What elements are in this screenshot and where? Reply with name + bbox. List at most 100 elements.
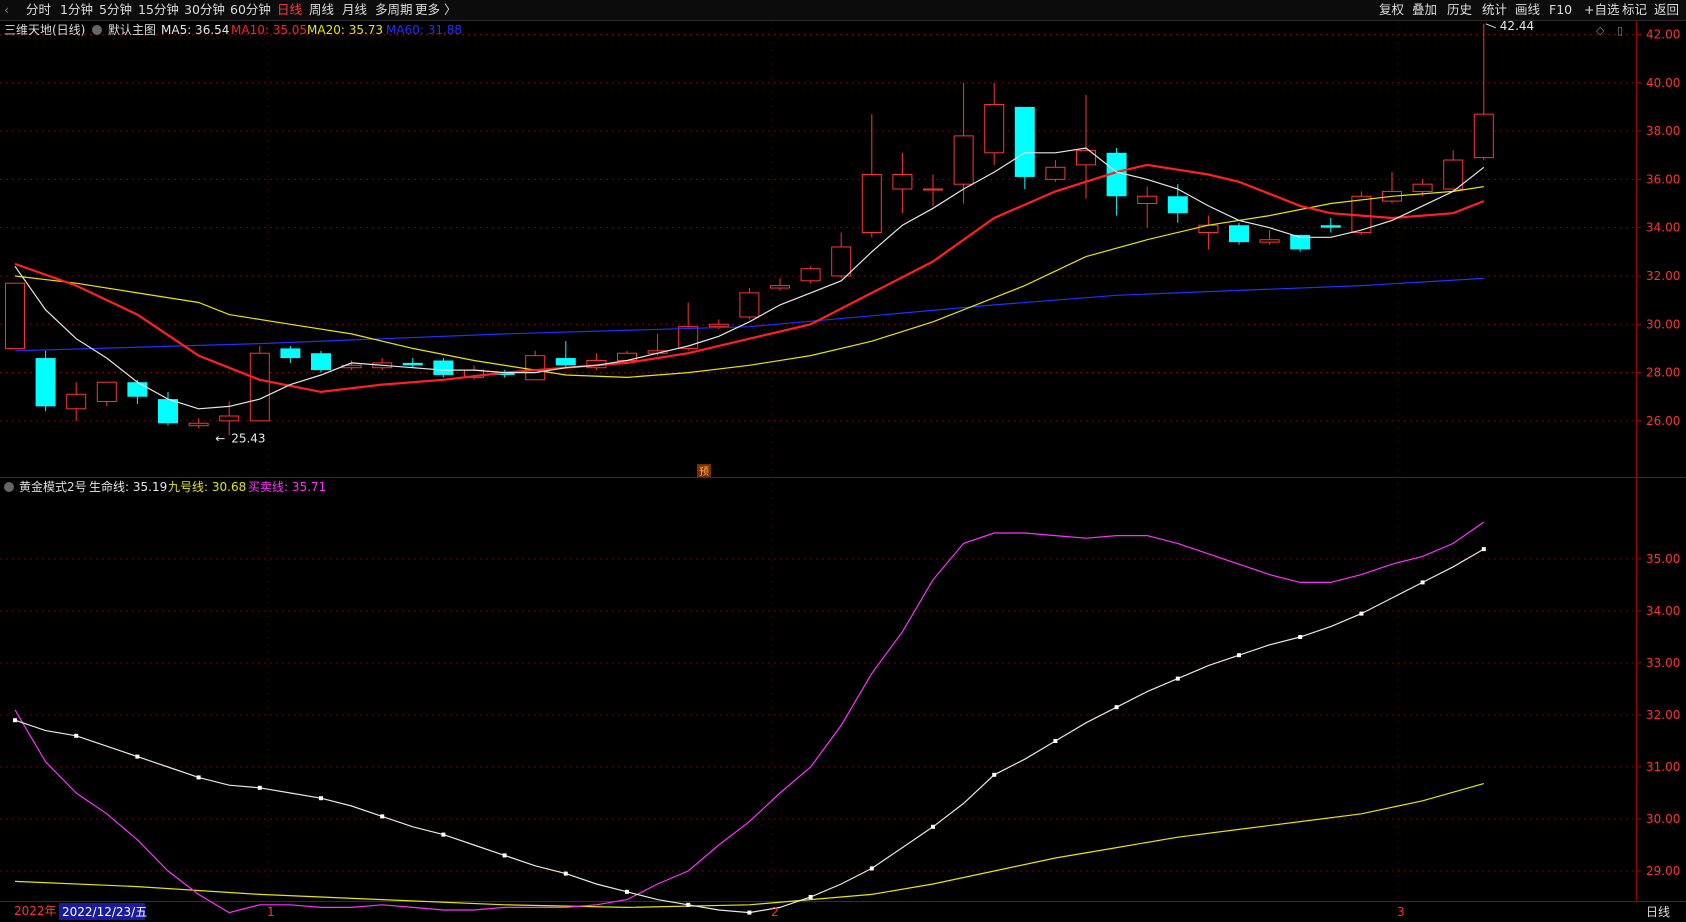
life-line-marker — [563, 871, 568, 876]
life-line-marker — [441, 832, 446, 837]
candle-body — [1167, 196, 1188, 214]
diamond-icon: ◇ — [1596, 24, 1605, 37]
stock-chart[interactable]: 42.00 40.00 38.00 36.00 34.00 32.00 30.00 28.00… — [0, 21, 1686, 922]
tool-button-3[interactable]: 统计 — [1482, 0, 1507, 20]
life-line-marker — [196, 775, 201, 780]
period-tab-0[interactable]: 分时 — [26, 0, 51, 20]
indicator-name: 黄金模式2号 — [19, 479, 87, 494]
candle-body — [525, 355, 546, 381]
candle-body — [861, 174, 882, 233]
candle-body — [831, 246, 852, 277]
period-tab-10[interactable]: 更多 〉 — [415, 0, 456, 20]
period-tab-3[interactable]: 15分钟 — [138, 0, 179, 20]
tool-button-2[interactable]: 历史 — [1447, 0, 1472, 20]
life-line-marker — [135, 754, 140, 759]
cursor-date: 2022/12/23/五 — [62, 905, 147, 919]
candle-body — [708, 323, 729, 328]
candle-body — [188, 422, 209, 427]
tool-button-4[interactable]: 画线 — [1515, 0, 1540, 20]
year-label: 2022年 — [14, 904, 57, 918]
candle-body — [1259, 239, 1280, 243]
life-line-marker — [1298, 635, 1303, 639]
life-line-marker — [74, 733, 79, 738]
sub-y-tick: 32.00 — [1646, 708, 1680, 722]
back-icon[interactable]: ‹ — [4, 0, 9, 20]
candle-0 — [5, 282, 25, 349]
main-y-tick: 28.00 — [1646, 366, 1680, 380]
candle-40 — [1229, 222, 1249, 245]
tool-button-5[interactable]: F10 — [1549, 0, 1572, 20]
candle-body — [1473, 113, 1494, 159]
candle-body — [127, 382, 148, 397]
life-line-marker — [1053, 739, 1058, 743]
life-line-marker — [992, 772, 997, 777]
sub-y-tick: 31.00 — [1646, 760, 1680, 774]
life-line-marker — [257, 785, 262, 790]
candle-body — [1229, 225, 1249, 243]
period-tab-1[interactable]: 1分钟 — [60, 0, 93, 20]
candle-body — [800, 268, 821, 282]
main-y-tick: 38.00 — [1646, 124, 1680, 138]
candle-body — [158, 399, 178, 424]
template-name: 默认主图 — [108, 22, 156, 37]
main-y-tick: 32.00 — [1646, 269, 1680, 283]
period-tab-5[interactable]: 60分钟 — [230, 0, 271, 20]
period-tab-6[interactable]: 日线 — [277, 0, 302, 20]
life-line-marker — [686, 902, 691, 907]
candle-body — [1137, 195, 1158, 205]
tool-button-0[interactable]: 复权 — [1379, 0, 1404, 20]
candle-body — [1014, 106, 1035, 177]
main-y-tick: 30.00 — [1646, 317, 1680, 331]
period-tab-4[interactable]: 30分钟 — [184, 0, 225, 20]
candle-body — [984, 103, 1005, 154]
life-line-marker — [1237, 653, 1241, 658]
period-tab-7[interactable]: 周线 — [309, 0, 334, 20]
life-line-marker — [502, 853, 507, 858]
period-tab-2[interactable]: 5分钟 — [99, 0, 132, 20]
sub-y-tick: 29.00 — [1646, 864, 1680, 878]
candle-body — [923, 188, 943, 191]
template-dropdown-icon — [92, 25, 102, 35]
period-tab-9[interactable]: 多周期 — [375, 0, 413, 20]
ma-legend-2: MA20: 35.73 — [307, 23, 383, 37]
period-toolbar: 分时 1分钟 5分钟 15分钟 30分钟 60分钟 日线 周线 月线 多周期 更多 〉 复权 叠加 历史统… — [0, 0, 1686, 21]
tool-button-7[interactable]: 标记 — [1622, 0, 1647, 20]
tool-button-8[interactable]: 返回 — [1654, 0, 1679, 20]
tool-button-6[interactable]: +自选 — [1584, 0, 1619, 20]
main-y-tick: 40.00 — [1646, 76, 1680, 90]
min-price-label: 25.43 — [231, 432, 265, 446]
tool-button-1[interactable]: 叠加 — [1412, 0, 1437, 20]
candle-8 — [249, 345, 270, 422]
period-button[interactable]: 日线 — [1646, 905, 1670, 919]
candle-body — [311, 353, 331, 371]
ma-legend-0: MA5: 36.54 — [161, 23, 229, 37]
life-line-marker — [869, 866, 874, 871]
candle-24 — [739, 288, 760, 320]
life-line-marker — [1420, 580, 1425, 585]
candle-33 — [1014, 106, 1035, 190]
candle-26 — [800, 266, 821, 284]
candle-body — [5, 282, 25, 349]
candle-body — [555, 358, 576, 366]
sub-legend-0: 生命线: 35.19 — [89, 479, 167, 494]
month-marker-0: 1 — [267, 905, 275, 919]
candle-body — [1412, 183, 1433, 192]
main-y-tick: 36.00 — [1646, 172, 1680, 186]
indicator-dropdown-icon — [4, 482, 14, 492]
candle-body — [96, 381, 117, 403]
period-tab-8[interactable]: 月线 — [342, 0, 367, 20]
month-marker-1: 2 — [771, 905, 779, 919]
candle-body — [892, 174, 913, 190]
life-line-marker — [625, 889, 629, 894]
main-y-tick: 42.00 — [1646, 27, 1680, 41]
candle-body — [678, 326, 699, 349]
life-line-marker — [808, 895, 813, 899]
sub-y-tick: 30.00 — [1646, 812, 1680, 826]
stock-title: 三维天地(日线) — [4, 23, 85, 37]
candle-body — [739, 292, 760, 318]
ma-legend-1: MA10: 35.05 — [231, 23, 307, 37]
life-line-marker — [13, 718, 17, 723]
candle-body — [1045, 166, 1066, 180]
sub-y-tick: 35.00 — [1646, 552, 1680, 566]
candle-body — [35, 358, 56, 407]
